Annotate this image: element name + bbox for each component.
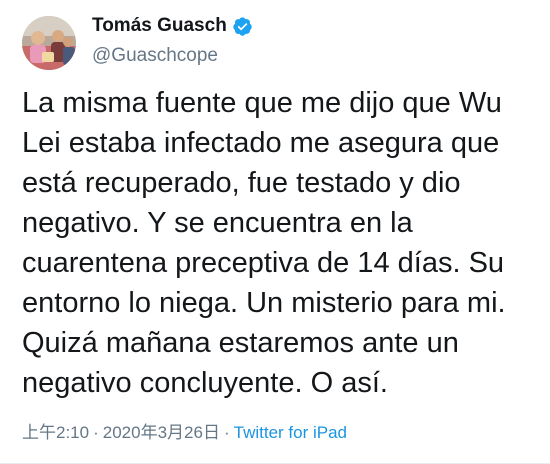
meta-separator: ·: [93, 423, 99, 442]
verified-badge-icon: [232, 16, 253, 37]
tweet-text: La misma fuente que me dijo que Wu Lei e…: [22, 87, 506, 399]
tweet-date[interactable]: 2020年3月26日: [103, 423, 220, 442]
tweet-time[interactable]: 上午2:10: [22, 423, 89, 442]
tweet-card: Tomás Guasch @Guaschcope La misma fuente…: [0, 0, 550, 464]
author-name-row[interactable]: Tomás Guasch: [92, 14, 253, 38]
tweet-metadata: 上午2:10 · 2020年3月26日 · Twitter for iPad: [22, 421, 347, 445]
author-display-name[interactable]: Tomás Guasch: [92, 14, 227, 38]
avatar[interactable]: [22, 16, 76, 70]
author-handle[interactable]: @Guaschcope: [92, 44, 218, 68]
meta-separator: ·: [223, 423, 230, 442]
tweet-source-link[interactable]: Twitter for iPad: [234, 423, 347, 442]
avatar-photo: [22, 16, 76, 70]
